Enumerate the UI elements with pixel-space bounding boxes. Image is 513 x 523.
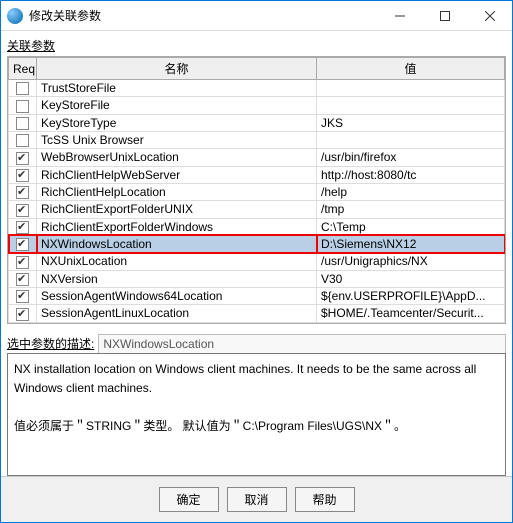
table-row[interactable]: NXUnixLocation/usr/Unigraphics/NX: [9, 253, 505, 270]
value-cell[interactable]: C:\Temp: [317, 218, 505, 235]
table-row[interactable]: SessionAgentLinuxLocation$HOME/.Teamcent…: [9, 305, 505, 322]
column-header-name[interactable]: 名称: [37, 58, 317, 80]
required-cell[interactable]: [9, 149, 37, 166]
required-cell[interactable]: [9, 270, 37, 287]
table-row[interactable]: SessionAgentWindows64Location${env.USERP…: [9, 287, 505, 304]
value-cell[interactable]: D:\Siemens\NX12: [317, 235, 505, 252]
ok-button[interactable]: 确定: [159, 487, 219, 512]
table-row[interactable]: RichClientExportFolderUNIX/tmp: [9, 201, 505, 218]
table-row[interactable]: TcSS Unix Browser: [9, 131, 505, 148]
name-cell[interactable]: RichClientHelpWebServer: [37, 166, 317, 183]
required-cell[interactable]: [9, 97, 37, 114]
title-bar: 修改关联参数: [1, 1, 512, 31]
value-cell[interactable]: /usr/Unigraphics/NX: [317, 253, 505, 270]
value-cell[interactable]: ${env.USERPROFILE}\AppD...: [317, 287, 505, 304]
required-checkbox[interactable]: [16, 256, 29, 269]
name-cell[interactable]: NXUnixLocation: [37, 253, 317, 270]
table-row[interactable]: RichClientHelpLocation/help: [9, 183, 505, 200]
required-cell[interactable]: [9, 166, 37, 183]
value-cell[interactable]: JKS: [317, 114, 505, 131]
required-cell[interactable]: [9, 218, 37, 235]
name-cell[interactable]: TcSS Unix Browser: [37, 131, 317, 148]
required-cell[interactable]: [9, 305, 37, 322]
name-cell[interactable]: TrustStoreFile: [37, 80, 317, 97]
value-cell[interactable]: [317, 131, 505, 148]
value-cell[interactable]: [317, 80, 505, 97]
name-cell[interactable]: KeyStoreType: [37, 114, 317, 131]
table-row[interactable]: WebBrowserUnixLocation/usr/bin/firefox: [9, 149, 505, 166]
description-line: NX installation location on Windows clie…: [14, 360, 499, 398]
name-cell[interactable]: KeyStoreFile: [37, 97, 317, 114]
table-row[interactable]: NXVersionV30: [9, 270, 505, 287]
name-cell[interactable]: SessionAgentLinuxLocation: [37, 305, 317, 322]
description-body: NX installation location on Windows clie…: [7, 353, 506, 476]
name-cell[interactable]: NXVersion: [37, 270, 317, 287]
section-label: 关联参数: [7, 37, 55, 54]
table-row[interactable]: KeyStoreTypeJKS: [9, 114, 505, 131]
column-header-required[interactable]: Req: [9, 58, 37, 80]
required-cell[interactable]: [9, 80, 37, 97]
name-cell[interactable]: RichClientExportFolderWindows: [37, 218, 317, 235]
required-cell[interactable]: [9, 114, 37, 131]
column-header-value[interactable]: 值: [317, 58, 505, 80]
required-checkbox[interactable]: [16, 82, 29, 95]
required-checkbox[interactable]: [16, 290, 29, 303]
required-cell[interactable]: [9, 235, 37, 252]
required-checkbox[interactable]: [16, 221, 29, 234]
value-cell[interactable]: /tmp: [317, 201, 505, 218]
value-cell[interactable]: /usr/bin/firefox: [317, 149, 505, 166]
maximize-button[interactable]: [422, 1, 467, 31]
table-row[interactable]: KeyStoreFile: [9, 97, 505, 114]
description-label: 选中参数的描述:: [7, 335, 94, 352]
help-button[interactable]: 帮助: [295, 487, 355, 512]
value-cell[interactable]: [317, 97, 505, 114]
required-checkbox[interactable]: [16, 308, 29, 321]
required-cell[interactable]: [9, 201, 37, 218]
required-checkbox[interactable]: [16, 273, 29, 286]
window-title: 修改关联参数: [29, 7, 101, 24]
name-cell[interactable]: RichClientExportFolderUNIX: [37, 201, 317, 218]
description-line: 值必须属于＂STRING＂类型。 默认值为＂C:\Program Files\U…: [14, 417, 499, 436]
value-cell[interactable]: /help: [317, 183, 505, 200]
name-cell[interactable]: WebBrowserUnixLocation: [37, 149, 317, 166]
name-cell[interactable]: SessionAgentWindows64Location: [37, 287, 317, 304]
parameters-table: Req 名称 值 TrustStoreFileKeyStoreFileKeySt…: [7, 56, 506, 324]
required-checkbox[interactable]: [16, 204, 29, 217]
name-cell[interactable]: NXWindowsLocation: [37, 235, 317, 252]
description-selected-name: NXWindowsLocation: [98, 334, 506, 353]
required-checkbox[interactable]: [16, 169, 29, 182]
required-checkbox[interactable]: [16, 152, 29, 165]
table-row[interactable]: RichClientExportFolderWindowsC:\Temp: [9, 218, 505, 235]
required-cell[interactable]: [9, 253, 37, 270]
table-row[interactable]: TrustStoreFile: [9, 80, 505, 97]
required-checkbox[interactable]: [16, 186, 29, 199]
value-cell[interactable]: V30: [317, 270, 505, 287]
close-button[interactable]: [467, 1, 512, 31]
value-cell[interactable]: $HOME/.Teamcenter/Securit...: [317, 305, 505, 322]
required-cell[interactable]: [9, 287, 37, 304]
required-cell[interactable]: [9, 183, 37, 200]
minimize-button[interactable]: [377, 1, 422, 31]
required-checkbox[interactable]: [16, 134, 29, 147]
required-checkbox[interactable]: [16, 238, 29, 251]
app-icon: [7, 8, 23, 24]
value-cell[interactable]: http://host:8080/tc: [317, 166, 505, 183]
required-cell[interactable]: [9, 131, 37, 148]
name-cell[interactable]: RichClientHelpLocation: [37, 183, 317, 200]
button-bar: 确定 取消 帮助: [1, 476, 512, 522]
table-row[interactable]: RichClientHelpWebServerhttp://host:8080/…: [9, 166, 505, 183]
table-row[interactable]: NXWindowsLocationD:\Siemens\NX12: [9, 235, 505, 252]
required-checkbox[interactable]: [16, 100, 29, 113]
cancel-button[interactable]: 取消: [227, 487, 287, 512]
required-checkbox[interactable]: [16, 117, 29, 130]
